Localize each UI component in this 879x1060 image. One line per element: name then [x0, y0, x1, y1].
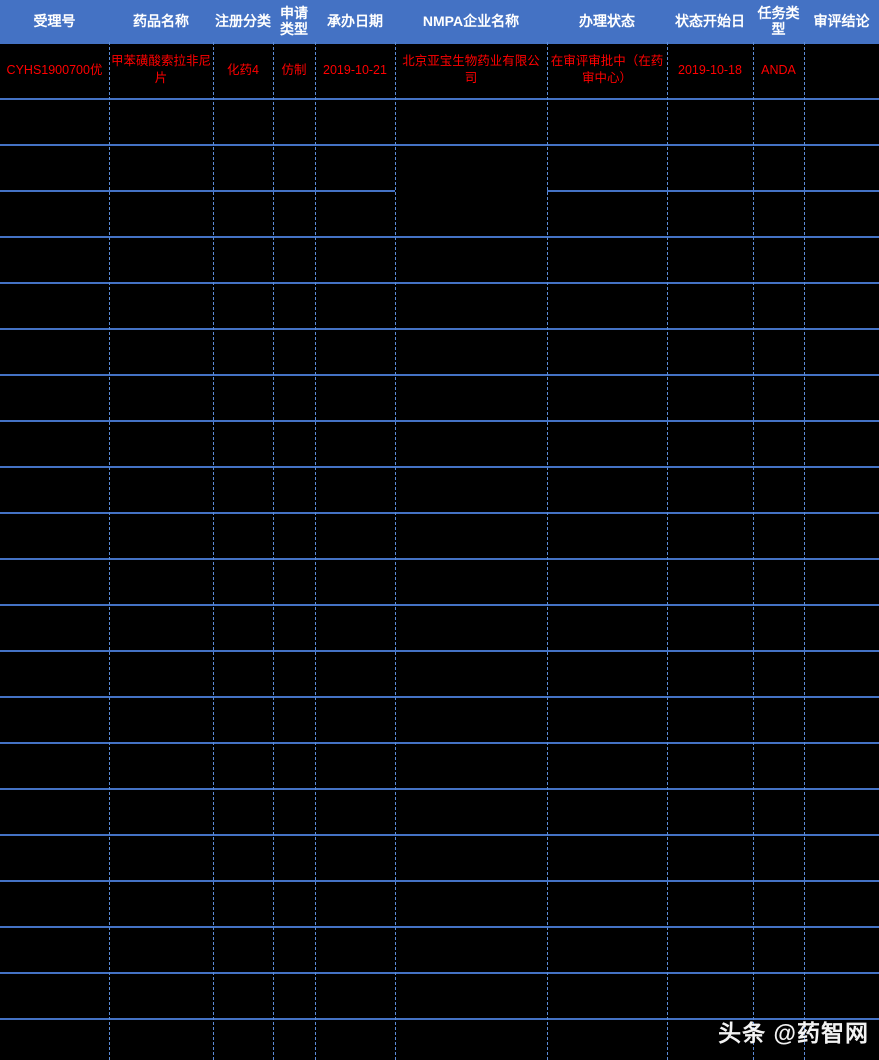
row-separator [0, 466, 879, 468]
column-header-status-start[interactable]: 状态开始日 [667, 0, 753, 42]
row-separator [0, 282, 879, 284]
cell-reg-category[interactable]: 化药4 [213, 42, 273, 98]
column-separator [273, 42, 274, 1060]
row-separator [0, 972, 879, 974]
column-separator [315, 42, 316, 1060]
row-separator [0, 696, 879, 698]
row-separator [0, 926, 879, 928]
row-separator [0, 420, 879, 422]
cell-review-result[interactable] [804, 42, 879, 98]
row-separator [0, 650, 879, 652]
column-header-task-type[interactable]: 任务类型 [753, 0, 804, 42]
column-separator [109, 42, 110, 1060]
row-separator [0, 190, 395, 192]
row-separator [0, 880, 879, 882]
row-separator [0, 604, 879, 606]
row-separator [0, 98, 879, 100]
column-header-review-result[interactable]: 审评结论 [804, 0, 879, 42]
cell-acceptance-no[interactable]: CYHS1900700优 [0, 42, 109, 98]
column-header-drug-name[interactable]: 药品名称 [109, 0, 213, 42]
cell-status-start[interactable]: 2019-10-18 [667, 42, 753, 98]
table-row[interactable]: CYHS1900700优 甲苯磺酸索拉非尼片 化药4 仿制 2019-10-21… [0, 42, 879, 98]
row-separator [0, 328, 879, 330]
row-separator [0, 512, 879, 514]
row-separator [0, 558, 879, 560]
cell-drug-name[interactable]: 甲苯磺酸索拉非尼片 [109, 42, 213, 98]
header-separator [0, 42, 879, 44]
cell-app-type[interactable]: 仿制 [273, 42, 315, 98]
column-header-handle-date[interactable]: 承办日期 [315, 0, 395, 42]
column-separator [395, 42, 396, 1060]
column-header-acceptance-no[interactable]: 受理号 [0, 0, 109, 42]
column-separator [547, 42, 548, 1060]
column-header-nmpa-company[interactable]: NMPA企业名称 [395, 0, 547, 42]
column-separator [804, 42, 805, 1060]
row-separator [0, 788, 879, 790]
cell-handle-status[interactable]: 在审评审批中（在药审中心） [547, 42, 667, 98]
column-header-reg-category[interactable]: 注册分类 [213, 0, 273, 42]
cell-handle-date[interactable]: 2019-10-21 [315, 42, 395, 98]
column-header-app-type[interactable]: 申请类型 [273, 0, 315, 42]
row-separator [0, 236, 879, 238]
column-separator [753, 42, 754, 1060]
row-separator [0, 144, 879, 146]
column-separator [667, 42, 668, 1060]
table-header-row: 受理号 药品名称 注册分类 申请类型 承办日期 NMPA企业名称 办理状态 状态… [0, 0, 879, 42]
cell-task-type[interactable]: ANDA [753, 42, 804, 98]
row-separator [547, 190, 879, 192]
cell-nmpa-company[interactable]: 北京亚宝生物药业有限公司 [395, 42, 547, 98]
row-separator [0, 742, 879, 744]
column-header-handle-status[interactable]: 办理状态 [547, 0, 667, 42]
column-separator [213, 42, 214, 1060]
spreadsheet-table: 受理号 药品名称 注册分类 申请类型 承办日期 NMPA企业名称 办理状态 状态… [0, 0, 879, 1060]
row-separator [0, 374, 879, 376]
watermark: 头条 @药智网 [718, 1020, 869, 1046]
row-separator [0, 834, 879, 836]
